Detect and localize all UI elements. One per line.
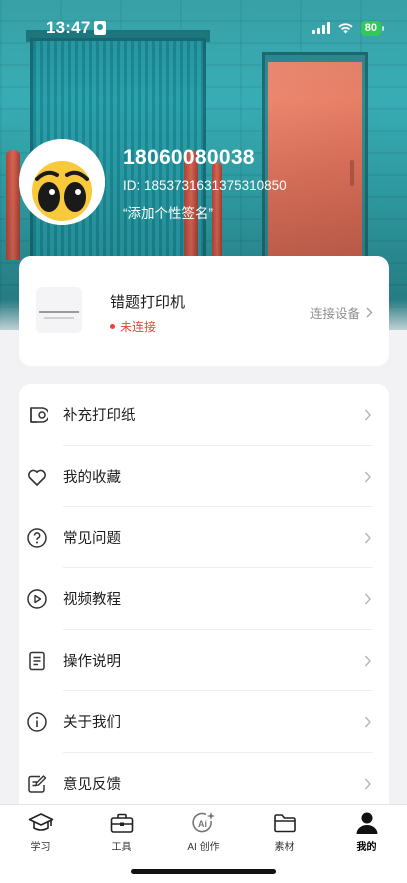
chevron-right-icon <box>366 307 373 318</box>
toolbox-icon <box>109 811 135 835</box>
menu-item-label: 视频教程 <box>63 592 121 608</box>
tab-label: 素材 <box>274 842 295 853</box>
chevron-right-icon <box>364 471 371 482</box>
status-bar: 13:47 80 <box>0 0 407 56</box>
chevron-right-icon <box>364 593 371 604</box>
ai-sparkle-icon: Ai <box>191 811 217 835</box>
menu-item-label: 我的收藏 <box>63 470 121 486</box>
chevron-right-icon <box>364 778 371 789</box>
menu-item-video-tutorial[interactable]: 视频教程 <box>19 568 389 629</box>
printer-device-image <box>36 287 82 333</box>
paper-roll-icon <box>26 404 48 426</box>
wifi-icon <box>338 23 353 34</box>
profile-signature[interactable]: “添加个性签名” <box>123 202 213 222</box>
tab-label: 工具 <box>111 842 132 853</box>
focus-person-icon <box>94 21 107 35</box>
menu-item-favorites[interactable]: 我的收藏 <box>19 446 389 507</box>
question-circle-icon <box>26 527 48 549</box>
battery-indicator: 80 <box>360 20 385 36</box>
graduation-cap-icon <box>28 811 54 835</box>
emoji-face-icon <box>19 139 105 225</box>
chevron-right-icon <box>364 655 371 666</box>
connect-device-button[interactable]: 连接设备 <box>310 303 373 322</box>
folder-icon <box>272 811 298 835</box>
menu-item-refill-paper[interactable]: 补充打印纸 <box>19 384 389 445</box>
printer-device-card[interactable]: 错题打印机 未连接 连接设备 <box>19 256 389 366</box>
connect-device-label: 连接设备 <box>309 307 360 321</box>
menu-item-label: 补充打印纸 <box>63 408 136 424</box>
svg-text:Ai: Ai <box>198 819 207 829</box>
menu-item-label: 意见反馈 <box>63 777 121 793</box>
printer-connection-status: 未连接 <box>110 318 156 335</box>
tab-materials[interactable]: 素材 <box>244 805 325 855</box>
cellular-signal-icon <box>311 22 330 34</box>
tab-tools[interactable]: 工具 <box>81 805 162 855</box>
menu-item-label: 关于我们 <box>63 715 121 731</box>
feedback-edit-icon <box>26 773 48 795</box>
chevron-right-icon <box>364 409 371 420</box>
printer-status-label: 未连接 <box>120 320 157 334</box>
status-time: 13:47 <box>46 18 91 37</box>
menu-item-label: 常见问题 <box>63 531 121 547</box>
tab-label: AI 创作 <box>187 842 220 853</box>
chevron-right-icon <box>364 532 371 543</box>
menu-item-about-us[interactable]: 关于我们 <box>19 691 389 752</box>
avatar[interactable] <box>19 139 105 225</box>
menu-item-label: 操作说明 <box>63 654 121 670</box>
home-indicator <box>131 869 276 874</box>
document-icon <box>26 650 48 672</box>
chevron-right-icon <box>364 716 371 727</box>
tab-study[interactable]: 学习 <box>0 805 81 855</box>
tab-ai-create[interactable]: Ai AI 创作 <box>163 805 244 855</box>
status-dot-icon <box>110 324 115 329</box>
info-circle-icon <box>26 711 48 733</box>
settings-menu: 补充打印纸 我的收藏 常见问题 视频教程 操作说明 关于我们 意见反馈 <box>19 384 389 814</box>
profile-user-id: ID: 1853731631375310850 <box>123 178 287 193</box>
menu-item-instructions[interactable]: 操作说明 <box>19 630 389 691</box>
menu-item-faq[interactable]: 常见问题 <box>19 507 389 568</box>
heart-icon <box>26 466 48 488</box>
person-icon <box>354 811 380 835</box>
tab-mine[interactable]: 我的 <box>326 805 407 855</box>
printer-name: 错题打印机 <box>110 294 186 311</box>
tab-label: 我的 <box>356 842 377 853</box>
play-circle-icon <box>26 588 48 610</box>
profile-phone-number: 18060080038 <box>123 146 255 169</box>
tab-label: 学习 <box>30 842 51 853</box>
